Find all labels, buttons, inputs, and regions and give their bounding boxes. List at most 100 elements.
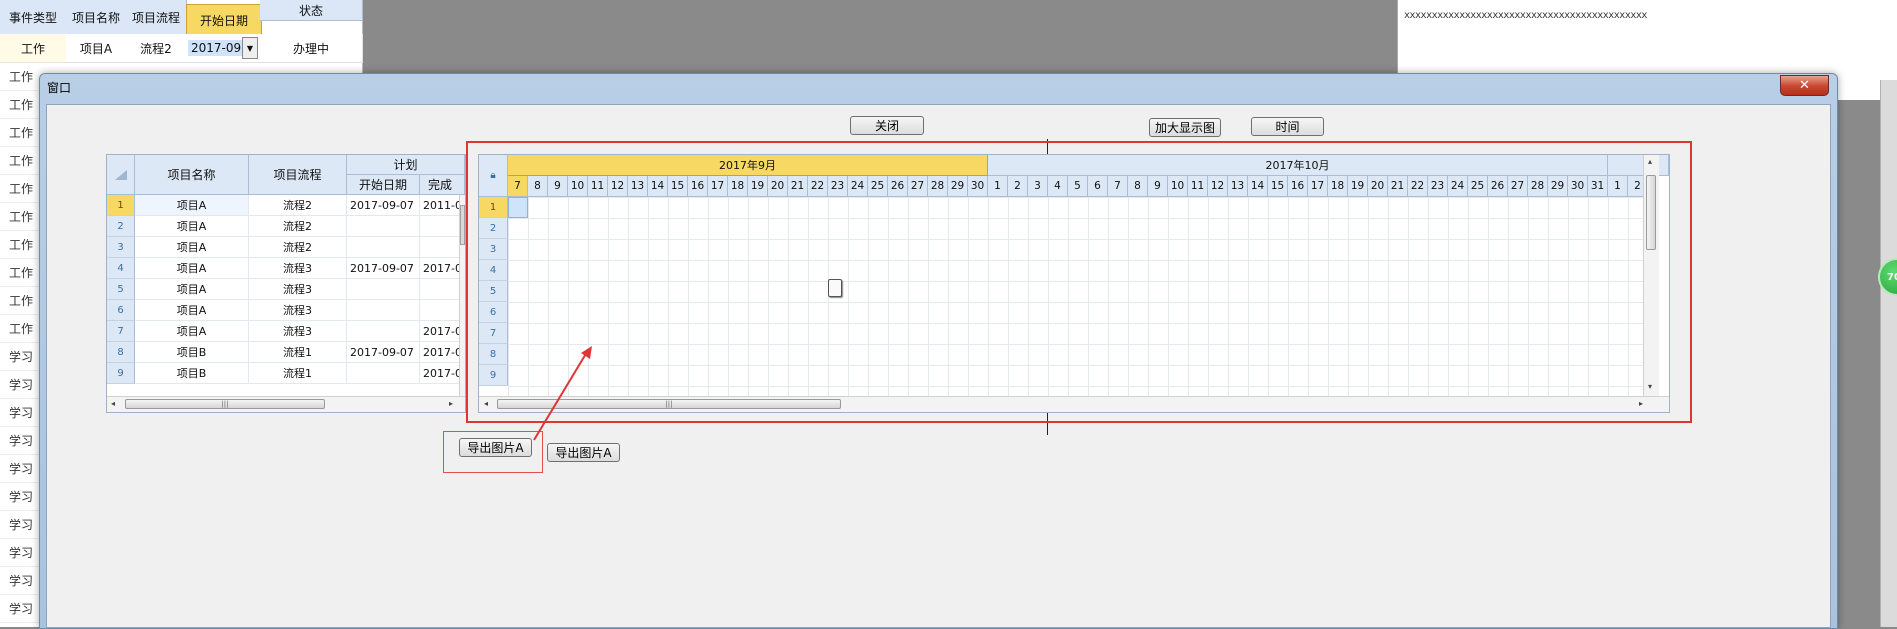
bg-row-type[interactable]: 工作 [0,146,42,175]
cell-finish-date[interactable] [420,300,460,321]
bg-header-name[interactable]: 项目名称 [66,0,127,35]
bg-row-type[interactable]: 工作 [0,202,42,231]
chevron-down-icon[interactable]: ▼ [242,37,258,59]
cell-project-flow[interactable]: 流程1 [249,363,347,384]
bg-row-type[interactable]: 工作 [0,258,42,287]
cell-finish-date[interactable]: 2017-0 [420,363,460,384]
cell-start-date[interactable]: 2017-09-07 [347,258,420,279]
cell-project-name[interactable]: 项目A [135,258,249,279]
header-start-date[interactable]: 开始日期 [347,175,420,195]
bg-row-type[interactable]: 工作 [0,90,42,119]
header-project-flow[interactable]: 项目流程 [249,155,347,195]
cell-project-flow[interactable]: 流程3 [249,321,347,342]
header-finish-date[interactable]: 完成 [420,175,465,195]
bg-row-type[interactable]: 学习 [0,454,42,483]
cell-start-date[interactable] [347,237,420,258]
header-plan[interactable]: 计划 [347,155,465,175]
bg-cell-type[interactable]: 工作 [0,34,67,63]
row-number[interactable]: 7 [107,321,135,342]
close-icon[interactable]: ✕ [1780,75,1829,96]
row-number[interactable]: 6 [107,300,135,321]
bg-row-type[interactable]: 学习 [0,538,42,567]
bg-header-flow[interactable]: 项目流程 [126,0,187,35]
cell-project-name[interactable]: 项目A [135,216,249,237]
bg-row-type[interactable]: 工作 [0,314,42,343]
cell-finish-date[interactable]: 2017-0 [420,342,460,363]
project-grid[interactable]: 项目名称 项目流程 计划 开始日期 完成 1 项目A 流程2 2017-09-07 20… [106,154,466,413]
row-number[interactable]: 1 [107,195,135,216]
row-number[interactable]: 4 [107,258,135,279]
cell-project-name[interactable]: 项目B [135,363,249,384]
cell-project-flow[interactable]: 流程3 [249,258,347,279]
bg-row-type[interactable]: 学习 [0,426,42,455]
cell-project-flow[interactable]: 流程1 [249,342,347,363]
cell-start-date[interactable]: 2017-09-07 [347,195,420,216]
bg-row-type[interactable]: 学习 [0,594,42,623]
cell-project-name[interactable]: 项目A [135,300,249,321]
cell-finish-date[interactable]: 2011-0 [420,195,460,216]
cell-project-name[interactable]: 项目B [135,342,249,363]
bg-cell-status[interactable]: 办理中 [260,34,363,63]
cell-project-flow[interactable]: 流程3 [249,279,347,300]
hscroll-thumb[interactable]: ||| [125,399,325,409]
export-image-b-button[interactable]: 导出图片A [547,443,620,462]
cell-start-date[interactable] [347,279,420,300]
row-number[interactable]: 5 [107,279,135,300]
cell-project-name[interactable]: 项目A [135,195,249,216]
bg-row-type[interactable]: 学习 [0,398,42,427]
bg-row-type[interactable]: 工作 [0,286,42,315]
row-number[interactable]: 2 [107,216,135,237]
row-number[interactable]: 3 [107,237,135,258]
bg-row-type[interactable]: 学习 [0,482,42,511]
cell-project-flow[interactable]: 流程2 [249,237,347,258]
cell-start-date[interactable] [347,300,420,321]
cell-start-date[interactable] [347,321,420,342]
bg-row-type[interactable]: 工作 [0,230,42,259]
vscroll-thumb[interactable] [460,205,465,245]
annotation-export-box [443,431,543,473]
background-scrollbar[interactable] [1880,80,1897,627]
dialog-title: 窗口 [47,81,72,95]
row-number[interactable]: 9 [107,363,135,384]
scroll-right-icon[interactable]: ▸ [449,399,453,408]
bg-cell-flow[interactable]: 流程2 [126,34,187,63]
row-number[interactable]: 8 [107,342,135,363]
close-button[interactable]: 关闭 [850,116,924,135]
bg-text-content: xxxxxxxxxxxxxxxxxxxxxxxxxxxxxxxxxxxxxxxx… [1404,10,1647,21]
cell-project-name[interactable]: 项目A [135,321,249,342]
bg-header-type[interactable]: 事件类型 [0,0,67,35]
bg-header-status[interactable]: 状态 [260,0,363,21]
cell-finish-date[interactable]: 2017-0 [420,321,460,342]
enlarge-view-button[interactable]: 加大显示图 [1149,118,1221,137]
time-button[interactable]: 时间 [1251,117,1324,136]
cell-start-date[interactable] [347,363,420,384]
cell-finish-date[interactable] [420,216,460,237]
header-project-name[interactable]: 项目名称 [135,155,249,195]
bg-row-type[interactable]: 学习 [0,342,42,371]
bg-row-type[interactable]: 学习 [0,510,42,539]
bg-row-type[interactable]: 学习 [0,566,42,595]
bg-header-start-date[interactable]: 开始日期 [186,4,262,36]
cell-start-date[interactable] [347,216,420,237]
bg-row-type[interactable]: 工作 [0,62,42,91]
project-grid-hscroll[interactable]: ◂ ||| ▸ [107,396,465,412]
cell-project-flow[interactable]: 流程2 [249,195,347,216]
cell-start-date[interactable]: 2017-09-07 [347,342,420,363]
bg-cell-name[interactable]: 项目A [66,34,127,63]
select-all-icon [114,169,127,180]
grid-corner[interactable] [107,155,135,195]
bg-row-type[interactable]: 工作 [0,174,42,203]
cell-finish-date[interactable]: 2017-0 [420,258,460,279]
cell-finish-date[interactable] [420,237,460,258]
cell-project-flow[interactable]: 流程2 [249,216,347,237]
bg-date-value[interactable]: 2017-09 [188,40,245,56]
scroll-left-icon[interactable]: ◂ [111,399,115,408]
cell-project-flow[interactable]: 流程3 [249,300,347,321]
cell-project-name[interactable]: 项目A [135,237,249,258]
bg-row-type[interactable]: 工作 [0,118,42,147]
bg-date-dropdown[interactable]: 2017-09 ▼ [186,34,261,63]
cell-finish-date[interactable] [420,279,460,300]
project-grid-vscroll[interactable] [459,195,465,396]
cell-project-name[interactable]: 项目A [135,279,249,300]
bg-row-type[interactable]: 学习 [0,370,42,399]
